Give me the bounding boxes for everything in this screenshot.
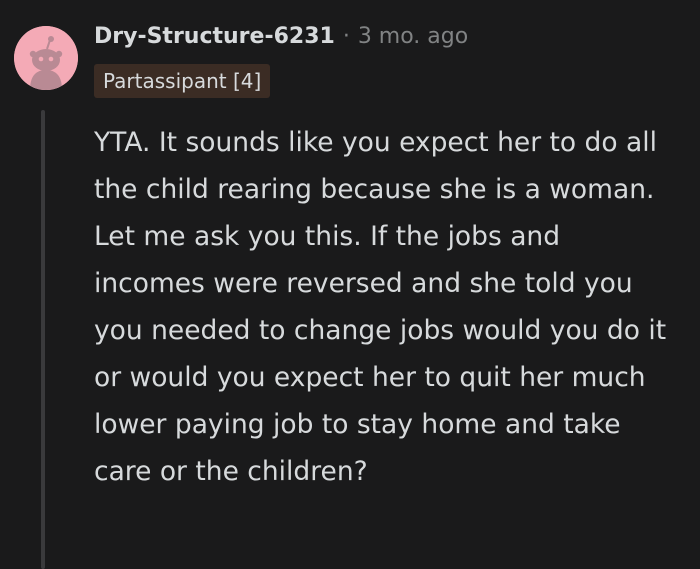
user-avatar[interactable] [14, 26, 78, 90]
snoo-avatar-icon [14, 26, 78, 90]
comment-timestamp[interactable]: 3 mo. ago [358, 24, 468, 49]
comment-body: YTA. It sounds like you expect her to do… [94, 127, 667, 487]
user-flair: Partassipant [4] [94, 64, 271, 98]
flair-label: Partassipant [4] [103, 69, 262, 93]
thread-collapse-line[interactable] [41, 110, 45, 569]
meta-separator: · [342, 23, 350, 49]
comment-meta: Dry-Structure-6231 · 3 mo. ago [94, 20, 468, 52]
comment: Dry-Structure-6231 · 3 mo. ago Partassip… [0, 0, 700, 569]
author-username[interactable]: Dry-Structure-6231 [94, 24, 335, 49]
